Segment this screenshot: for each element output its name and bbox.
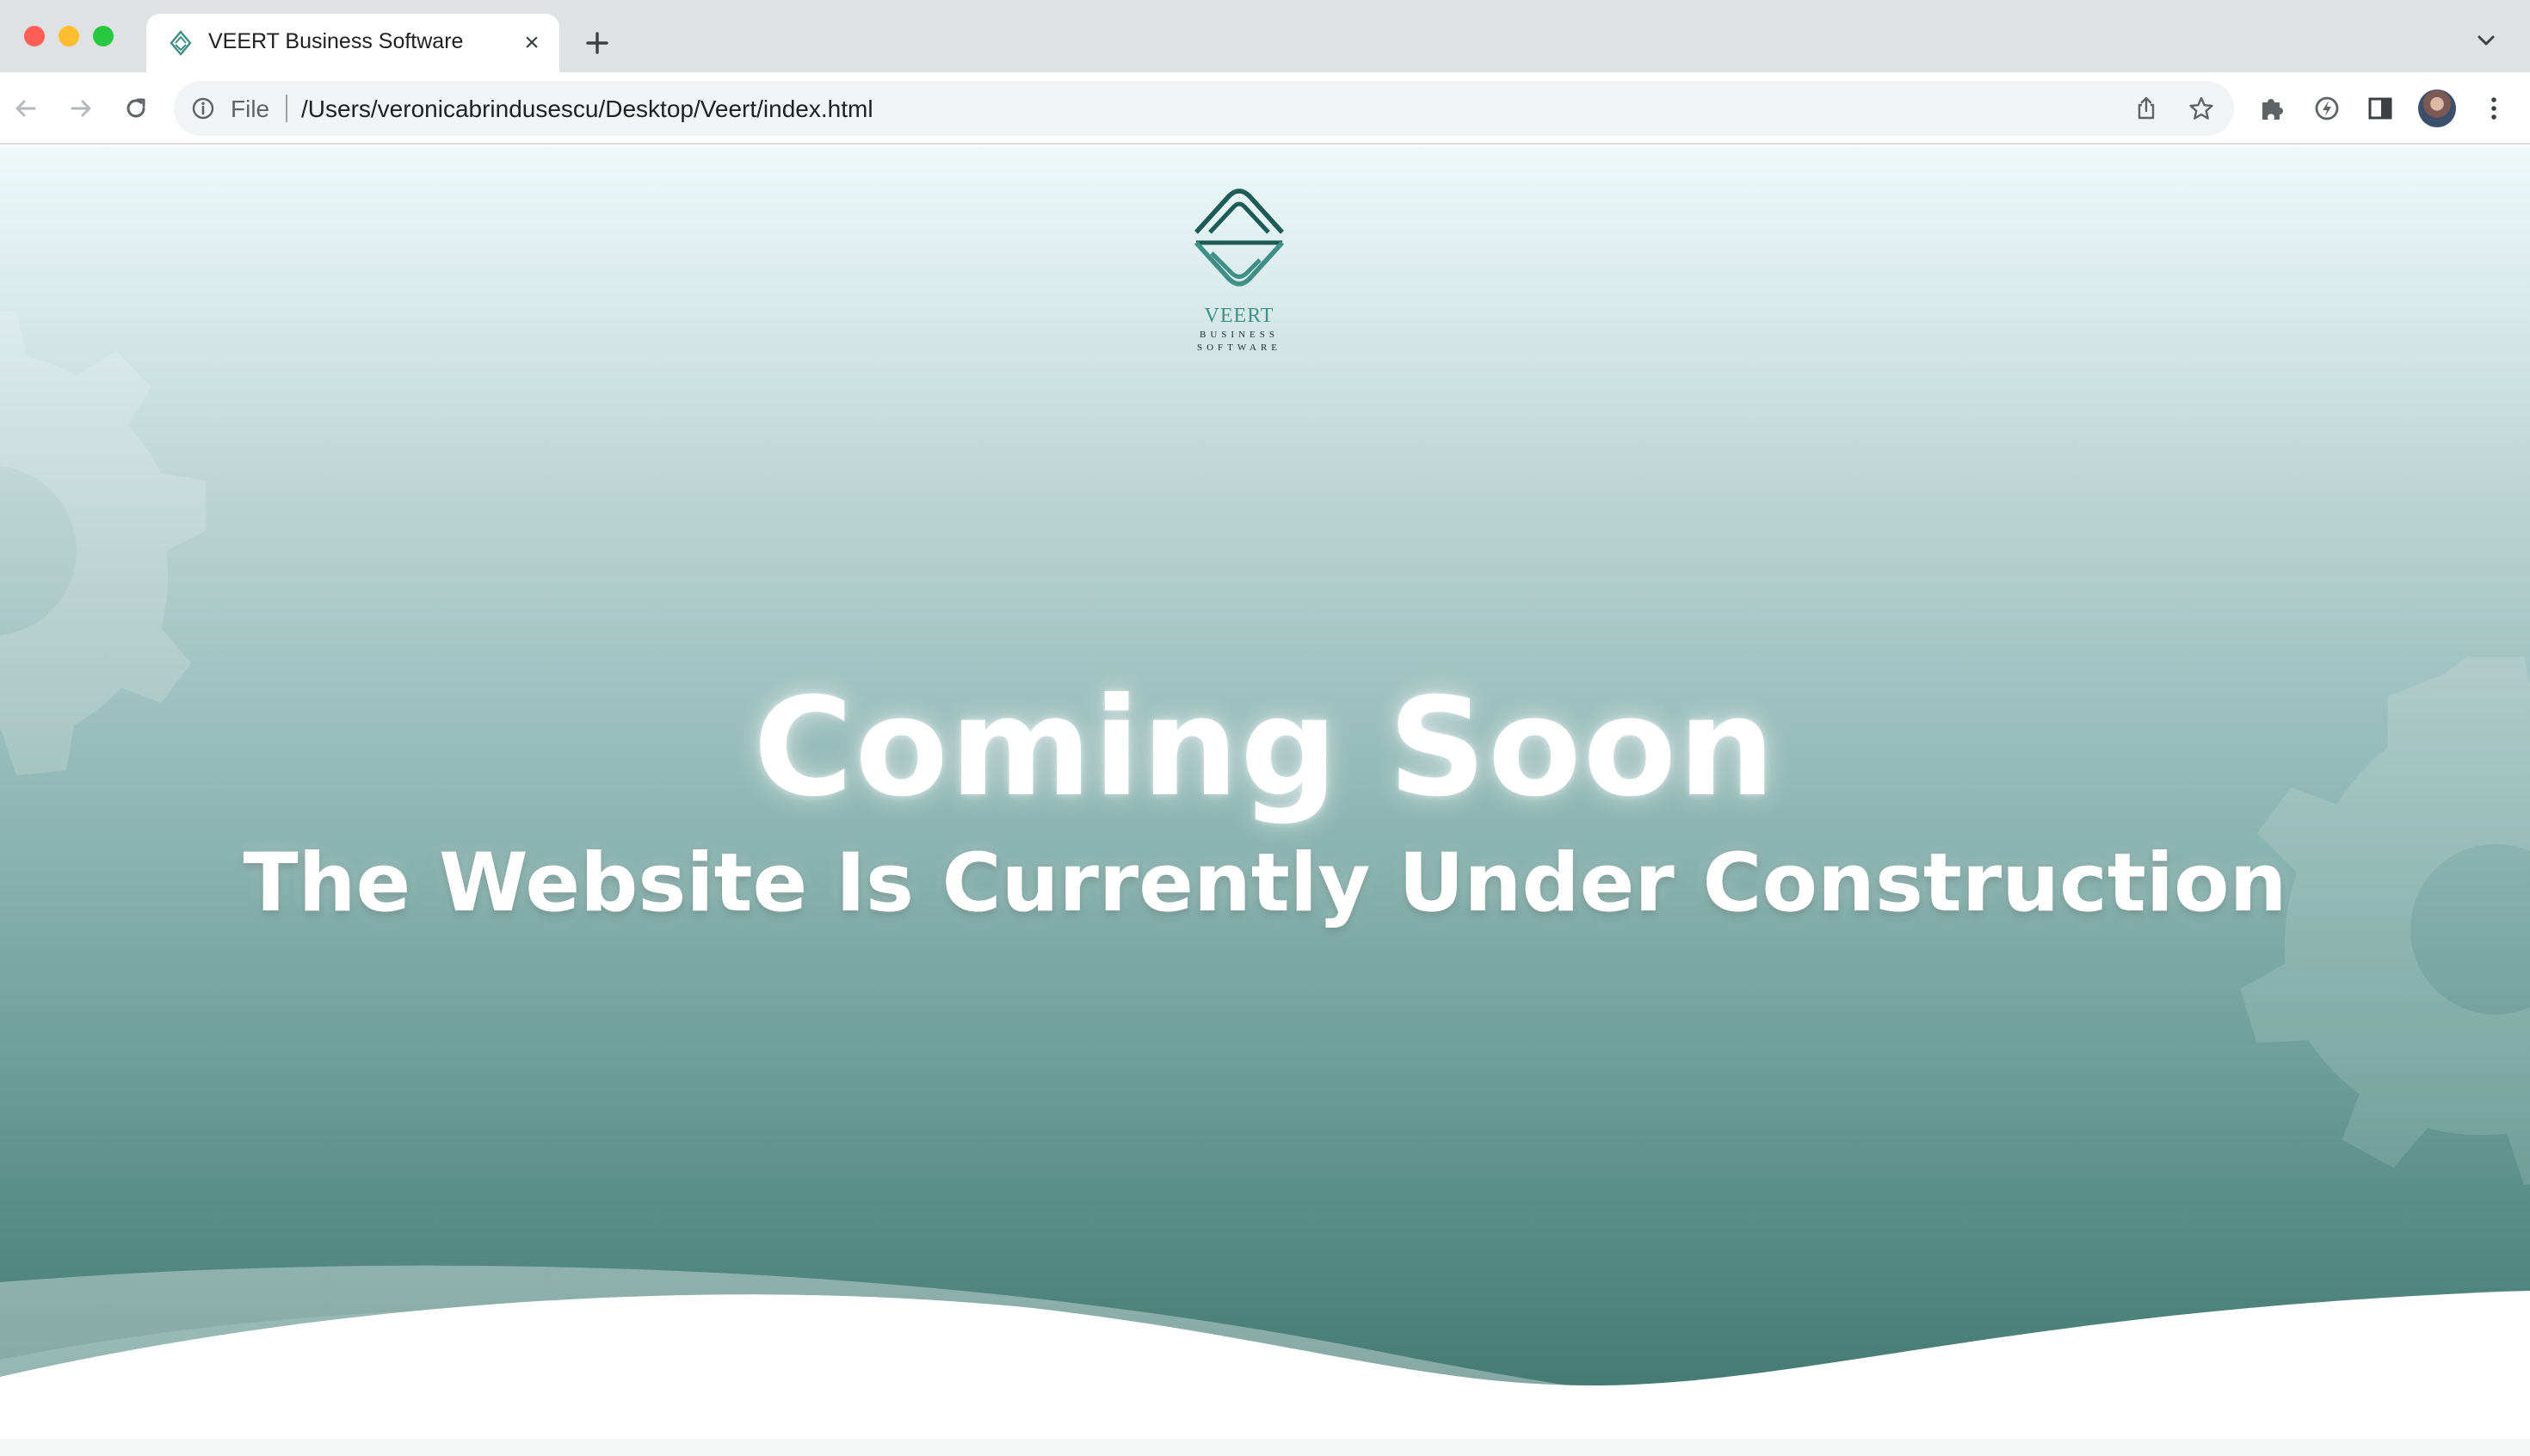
reload-button[interactable] bbox=[117, 89, 155, 127]
minimize-window-button[interactable] bbox=[59, 26, 79, 46]
tab-close-icon[interactable]: × bbox=[516, 28, 547, 59]
chevron-down-icon[interactable] bbox=[2473, 28, 2499, 53]
page-headline: Coming Soon bbox=[753, 669, 1777, 827]
browser-menu-button[interactable] bbox=[2477, 91, 2511, 126]
logo-tagline-line1: BUSINESS bbox=[1200, 330, 1279, 340]
profile-avatar[interactable] bbox=[2418, 89, 2456, 127]
maximize-window-button[interactable] bbox=[93, 26, 114, 46]
new-tab-button[interactable] bbox=[578, 24, 616, 62]
page-subheadline: The Website Is Currently Under Construct… bbox=[243, 836, 2287, 930]
tab-strip: VEERT Business Software × bbox=[0, 0, 2530, 72]
url-scheme-label: File bbox=[231, 96, 270, 122]
back-arrow-icon bbox=[15, 100, 36, 117]
logo-tagline-line2: SOFTWARE bbox=[1196, 342, 1282, 353]
logo-name: VEERT bbox=[1204, 305, 1274, 327]
extensions-button[interactable] bbox=[2255, 91, 2289, 126]
wave-decoration bbox=[0, 1265, 2530, 1456]
page-viewport: VEERT BUSINESS SOFTWARE Coming Soon The … bbox=[0, 146, 2530, 1456]
browser-toolbar: File /Users/veronicabrindusescu/Desktop/… bbox=[0, 72, 2530, 145]
side-panel-button[interactable] bbox=[2363, 91, 2397, 126]
kebab-menu-icon bbox=[2491, 97, 2496, 120]
active-tab[interactable]: VEERT Business Software × bbox=[146, 14, 559, 72]
performance-button[interactable] bbox=[2310, 91, 2344, 126]
share-icon[interactable] bbox=[2132, 95, 2160, 122]
performance-icon bbox=[2315, 96, 2339, 120]
puzzle-extension-icon bbox=[2262, 99, 2283, 120]
forward-button[interactable] bbox=[62, 89, 100, 127]
address-divider bbox=[286, 95, 287, 122]
address-bar[interactable]: File /Users/veronicabrindusescu/Desktop/… bbox=[174, 81, 2234, 136]
veert-favicon-icon bbox=[170, 30, 192, 56]
info-icon[interactable] bbox=[191, 96, 215, 120]
forward-arrow-icon bbox=[71, 100, 91, 117]
side-panel-icon bbox=[2368, 97, 2392, 120]
close-window-button[interactable] bbox=[24, 26, 45, 46]
url-text[interactable]: /Users/veronicabrindusescu/Desktop/Veert… bbox=[301, 96, 873, 123]
plus-icon bbox=[586, 32, 608, 54]
tab-title: VEERT Business Software bbox=[208, 29, 464, 53]
star-icon[interactable] bbox=[2188, 95, 2215, 122]
reload-icon bbox=[126, 98, 145, 118]
back-button[interactable] bbox=[7, 89, 45, 127]
